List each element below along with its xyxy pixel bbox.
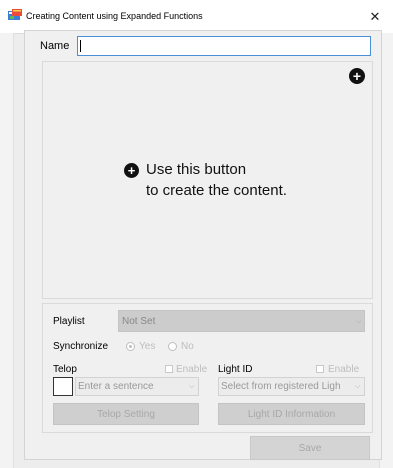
hint-text-line-1: Use this button <box>146 161 247 178</box>
window-title: Creating Content using Expanded Function… <box>26 11 203 21</box>
synchronize-no-radio[interactable] <box>168 342 177 351</box>
hint-plus-circle-icon: + <box>124 163 139 178</box>
app-window-icon <box>8 9 22 20</box>
save-button[interactable]: Save <box>250 436 370 460</box>
telop-enable-label: Enable <box>176 364 208 375</box>
playlist-selected-value: Not Set <box>122 316 156 327</box>
name-label: Name <box>40 40 70 52</box>
playlist-label: Playlist <box>53 316 85 327</box>
light-id-dropdown[interactable]: Select from registered Ligh <box>218 377 365 396</box>
chevron-down-icon: ⌵ <box>356 318 362 325</box>
light-id-information-button[interactable]: Light ID Information <box>218 403 365 425</box>
plus-circle-icon: + <box>352 67 362 84</box>
close-button[interactable]: ✕ <box>357 0 393 33</box>
close-icon[interactable]: ✕ <box>370 9 381 25</box>
window-frame-left <box>0 33 14 468</box>
synchronize-yes-radio[interactable] <box>126 342 135 351</box>
synchronize-label: Synchronize <box>53 341 109 352</box>
telop-label: Telop <box>53 364 77 375</box>
hint-text-line-2: to create the content. <box>146 182 287 199</box>
content-canvas[interactable] <box>42 61 373 299</box>
text-cursor <box>80 40 81 52</box>
synchronize-no-label: No <box>181 341 194 352</box>
light-id-placeholder: Select from registered Ligh <box>221 381 341 392</box>
title-bar: Creating Content using Expanded Function… <box>0 0 393 33</box>
add-content-button[interactable]: + <box>349 68 365 84</box>
playlist-dropdown[interactable]: Not Set <box>118 310 365 332</box>
telop-setting-button[interactable]: Telop Setting <box>53 403 199 425</box>
chevron-down-icon: ⌵ <box>355 383 361 390</box>
telop-sentence-dropdown[interactable]: Enter a sentence <box>75 377 199 396</box>
synchronize-yes-label: Yes <box>139 341 156 352</box>
light-id-label: Light ID <box>218 364 253 375</box>
chevron-down-icon: ⌵ <box>189 383 195 390</box>
light-id-enable-checkbox[interactable] <box>316 365 324 373</box>
name-input[interactable] <box>77 36 371 56</box>
telop-enable-checkbox[interactable] <box>165 365 173 373</box>
light-id-enable-label: Enable <box>328 364 360 375</box>
telop-color-swatch[interactable] <box>53 377 73 396</box>
telop-sentence-placeholder: Enter a sentence <box>78 381 154 392</box>
